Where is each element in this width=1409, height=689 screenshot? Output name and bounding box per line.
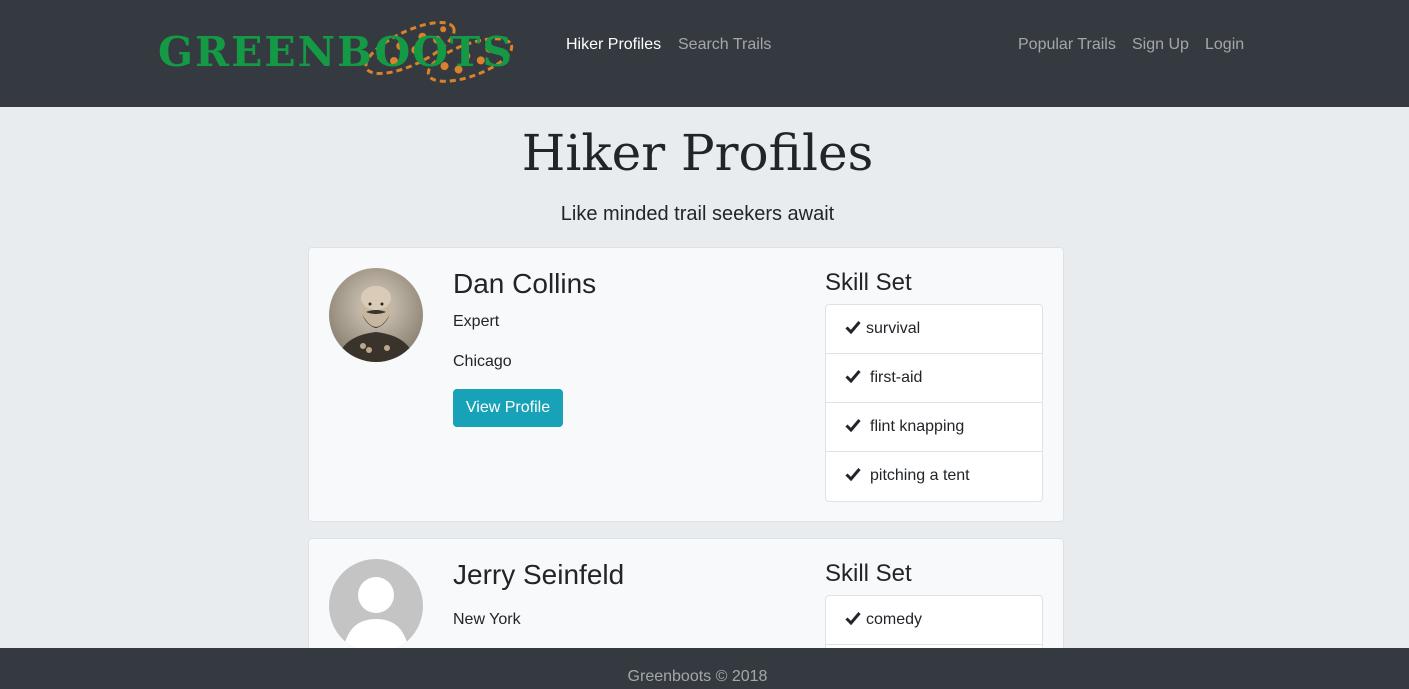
user-silhouette-icon <box>329 559 423 653</box>
skill-item: survival <box>826 305 1042 354</box>
profile-name: Dan Collins <box>453 268 597 299</box>
skill-item: first-aid <box>826 354 1042 403</box>
profile-city: Chicago <box>453 353 512 370</box>
skill-item: flint knapping <box>826 403 1042 452</box>
avatar <box>329 268 423 362</box>
page-subtitle: Like minded trail seekers await <box>560 203 835 225</box>
nav-sign-up[interactable]: Sign Up <box>1132 36 1189 54</box>
skill-label: pitching a tent <box>870 467 970 484</box>
footer: Greenboots © 2018 <box>0 648 1409 689</box>
check-icon <box>845 370 861 383</box>
check-icon <box>845 321 861 334</box>
nav-popular-trails[interactable]: Popular Trails <box>1018 36 1116 54</box>
footer-text: Greenboots © 2018 <box>627 668 768 685</box>
check-icon <box>845 419 861 432</box>
brand-logo[interactable]: GREENBOOTS <box>158 14 520 84</box>
check-icon <box>845 468 861 481</box>
brand-name: GREENBOOTS <box>158 28 515 76</box>
skill-label: comedy <box>866 611 923 628</box>
profile-name: Jerry Seinfeld <box>453 559 625 590</box>
skill-item: pitching a tent <box>826 452 1042 501</box>
profile-level: Expert <box>453 313 500 330</box>
profile-card: Dan Collins Expert Chicago View Profile … <box>308 247 1064 522</box>
top-navbar: GREENBOOTS Hiker Profiles Search Trails … <box>0 0 1409 107</box>
view-profile-button[interactable]: View Profile <box>453 389 563 427</box>
skill-set-title: Skill Set <box>825 560 912 587</box>
skill-set-title: Skill Set <box>825 269 912 296</box>
nav-login[interactable]: Login <box>1205 36 1244 54</box>
skill-item: comedy <box>826 596 1042 645</box>
nav-hiker-profiles[interactable]: Hiker Profiles <box>566 36 661 54</box>
check-icon <box>845 612 861 625</box>
skill-label: first-aid <box>870 369 923 386</box>
nav-search-trails[interactable]: Search Trails <box>678 36 771 54</box>
skill-label: survival <box>866 320 921 337</box>
page-title: Hiker Profiles <box>521 124 874 182</box>
profile-city: New York <box>453 611 521 628</box>
skill-label: flint knapping <box>870 418 965 435</box>
skill-list: survival first-aid flint knapping pitchi… <box>825 304 1043 502</box>
